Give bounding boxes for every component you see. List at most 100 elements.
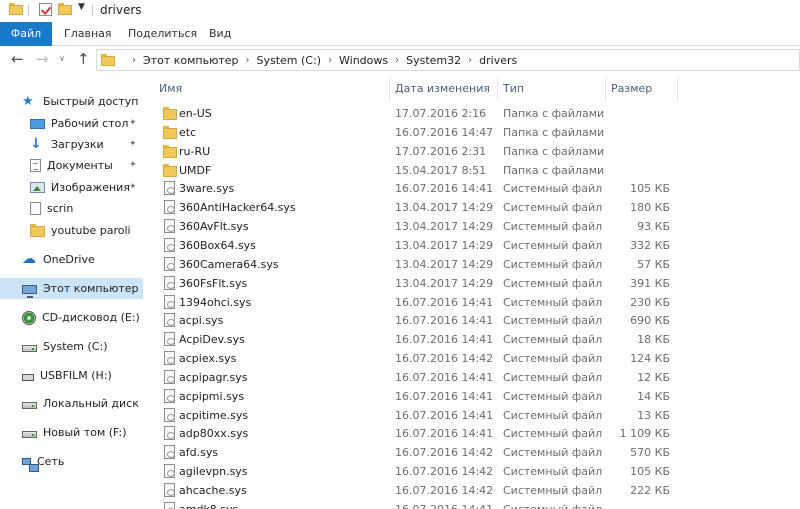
sidebar-item-label: Этот компьютер — [43, 282, 139, 295]
chevron-right-icon[interactable]: › — [132, 55, 136, 66]
pin-icon[interactable]: ✦ — [129, 139, 137, 149]
file-row[interactable]: acpi.sys 16.07.2016 14:41 Системный файл 69… — [143, 311, 800, 330]
pin-icon[interactable]: ✦ — [129, 160, 137, 170]
column-header-name[interactable]: Имя — [153, 78, 389, 100]
file-row[interactable]: acpipmi.sys 16.07.2016 14:41 Системный фай… — [143, 387, 800, 406]
customize-quick-access-dropdown[interactable]: ▼ — [78, 2, 85, 12]
document-icon — [30, 159, 41, 172]
file-row[interactable]: en-US 17.07.2016 2:16 Папка с файлами — [143, 104, 800, 123]
file-row[interactable]: ahcache.sys 16.07.2016 14:42 Системный фай… — [143, 481, 800, 500]
sidebar-item-downloads[interactable]: ↓ Загрузки — [30, 134, 143, 155]
sidebar-item-youtube-paroli[interactable]: youtube paroli — [30, 220, 143, 241]
forward-arrow-icon[interactable]: → — [36, 51, 49, 67]
file-name: amdk8.sys — [179, 503, 238, 509]
file-type: Системный файл — [503, 484, 603, 497]
folder-icon — [30, 224, 45, 237]
file-row[interactable]: AcpiDev.sys 16.07.2016 14:41 Системный фай… — [143, 330, 800, 349]
file-row[interactable]: 360AntiHacker64.sys 13.04.2017 14:29 Систе… — [143, 198, 800, 217]
sidebar-item-system-c[interactable]: System (C:) — [22, 336, 143, 357]
computer-icon — [22, 284, 37, 298]
file-row[interactable]: 1394ohci.sys 16.07.2016 14:41 Системный фа… — [143, 293, 800, 312]
up-arrow-icon[interactable]: ↑ — [77, 51, 90, 67]
tab-view[interactable]: Вид — [209, 22, 231, 46]
navigation-pane: ★ Быстрый доступ Рабочий стол ✦ ↓ Загруз… — [0, 78, 143, 509]
new-folder-icon[interactable] — [58, 3, 72, 15]
file-row[interactable]: etc 16.07.2016 14:47 Папка с файлами — [143, 123, 800, 142]
chevron-right-icon[interactable]: › — [328, 55, 332, 66]
column-header-size[interactable]: Размер — [605, 78, 677, 100]
sidebar-item-new-volume-f[interactable]: Новый том (F:) — [22, 422, 143, 443]
file-row[interactable]: ru-RU 17.07.2016 2:31 Папка с файлами — [143, 142, 800, 161]
file-row[interactable]: acpipagr.sys 16.07.2016 14:41 Системный фа… — [143, 368, 800, 387]
cd-drive-icon — [22, 310, 36, 325]
file-row[interactable]: adp80xx.sys 16.07.2016 14:41 Системный фай… — [143, 424, 800, 443]
breadcrumb-system32[interactable]: System32 — [406, 54, 461, 67]
recent-locations-chevron-icon[interactable]: ∨ — [59, 54, 65, 63]
address-bar[interactable]: › Этот компьютер › System (C:) › Windows… — [96, 49, 800, 71]
breadcrumb-drivers[interactable]: drivers — [479, 54, 517, 67]
properties-check-icon[interactable] — [39, 3, 52, 16]
file-name: AcpiDev.sys — [179, 333, 245, 347]
breadcrumb-system-c[interactable]: System (C:) — [257, 54, 322, 67]
file-size: 14 КБ — [637, 389, 670, 403]
file-type: Системный файл — [503, 220, 603, 234]
file-row[interactable]: acpiex.sys 16.07.2016 14:42 Системный файл… — [143, 349, 800, 368]
sidebar-item-this-pc[interactable]: Этот компьютер — [0, 278, 143, 299]
file-row[interactable]: 3ware.sys 16.07.2016 14:41 Системный файл 1… — [143, 179, 800, 198]
file-row[interactable]: amdk8.sys 16.07.2016 14:41 Системный файл — [143, 500, 800, 509]
sidebar-item-quick-access[interactable]: ★ Быстрый доступ — [22, 91, 143, 112]
column-headers: Имя Дата изменения Тип Размер — [143, 78, 800, 100]
file-row[interactable]: 360FsFlt.sys 13.04.2017 14:29 Системный фа… — [143, 274, 800, 293]
file-date-modified: 16.07.2016 14:41 — [395, 389, 494, 403]
file-row[interactable]: UMDF 15.04.2017 8:51 Папка с файлами — [143, 161, 800, 180]
hard-drive-icon — [22, 345, 37, 352]
tab-file[interactable]: Файл — [0, 22, 52, 46]
system-file-icon — [164, 219, 175, 234]
file-size: 391 КБ — [630, 276, 670, 290]
sidebar-item-label: System (C:) — [43, 340, 108, 353]
breadcrumb-this-pc[interactable]: Этот компьютер — [143, 54, 239, 67]
folder-icon[interactable] — [9, 3, 23, 15]
file-size: 105 КБ — [630, 182, 670, 196]
sidebar-item-pictures[interactable]: Изображения — [30, 177, 143, 198]
system-file-icon — [164, 200, 175, 215]
pin-icon[interactable]: ✦ — [129, 182, 137, 192]
file-row[interactable]: afd.sys 16.07.2016 14:42 Системный файл 570… — [143, 443, 800, 462]
system-file-icon — [164, 464, 175, 479]
tab-home[interactable]: Главная — [64, 22, 112, 46]
sidebar-item-network[interactable]: Сеть — [22, 451, 143, 472]
sidebar-item-desktop[interactable]: Рабочий стол — [30, 113, 143, 134]
file-row[interactable]: 360AvFlt.sys 13.04.2017 14:29 Системный фа… — [143, 217, 800, 236]
sidebar-item-documents[interactable]: Документы — [30, 155, 143, 176]
tab-share[interactable]: Поделиться — [128, 22, 197, 46]
sidebar-item-label: Новый том (F:) — [43, 426, 127, 439]
chevron-right-icon[interactable]: › — [468, 55, 472, 66]
pictures-icon — [30, 182, 45, 193]
column-divider[interactable] — [677, 78, 678, 100]
column-header-date[interactable]: Дата изменения — [389, 78, 497, 100]
sidebar-item-cd-drive[interactable]: CD-дисковод (E:) Mo — [22, 307, 143, 328]
system-file-icon — [164, 407, 175, 422]
file-row[interactable]: 360Camera64.sys 13.04.2017 14:29 Системный… — [143, 255, 800, 274]
breadcrumb-windows[interactable]: Windows — [339, 54, 388, 67]
file-type: Системный файл — [503, 333, 603, 347]
file-date-modified: 16.07.2016 14:41 — [395, 314, 494, 328]
file-date-modified: 13.04.2017 14:29 — [395, 238, 494, 252]
sidebar-item-label: Документы — [47, 159, 113, 172]
file-row[interactable]: agilevpn.sys 16.07.2016 14:42 Системный фа… — [143, 462, 800, 481]
sidebar-item-label: Сеть — [37, 455, 65, 468]
chevron-right-icon[interactable]: › — [246, 55, 250, 66]
column-header-type[interactable]: Тип — [497, 78, 605, 100]
sidebar-item-local-disk-g[interactable]: Локальный диск (G:) — [22, 393, 143, 414]
back-arrow-icon[interactable]: ← — [11, 51, 24, 67]
chevron-right-icon[interactable]: › — [395, 55, 399, 66]
sidebar-item-usbfilm[interactable]: USBFILM (H:) — [22, 365, 143, 386]
pin-icon[interactable]: ✦ — [129, 118, 137, 128]
sidebar-item-scrin[interactable]: scrin — [30, 198, 143, 219]
star-icon: ★ — [22, 94, 34, 109]
file-row[interactable]: 360Box64.sys 13.04.2017 14:29 Системный фа… — [143, 236, 800, 255]
sidebar-item-onedrive[interactable]: ☁ OneDrive — [22, 249, 143, 270]
file-row[interactable]: acpitime.sys 16.07.2016 14:41 Системный фа… — [143, 406, 800, 425]
sidebar-item-label: Загрузки — [51, 138, 104, 151]
folder-icon — [163, 106, 177, 121]
